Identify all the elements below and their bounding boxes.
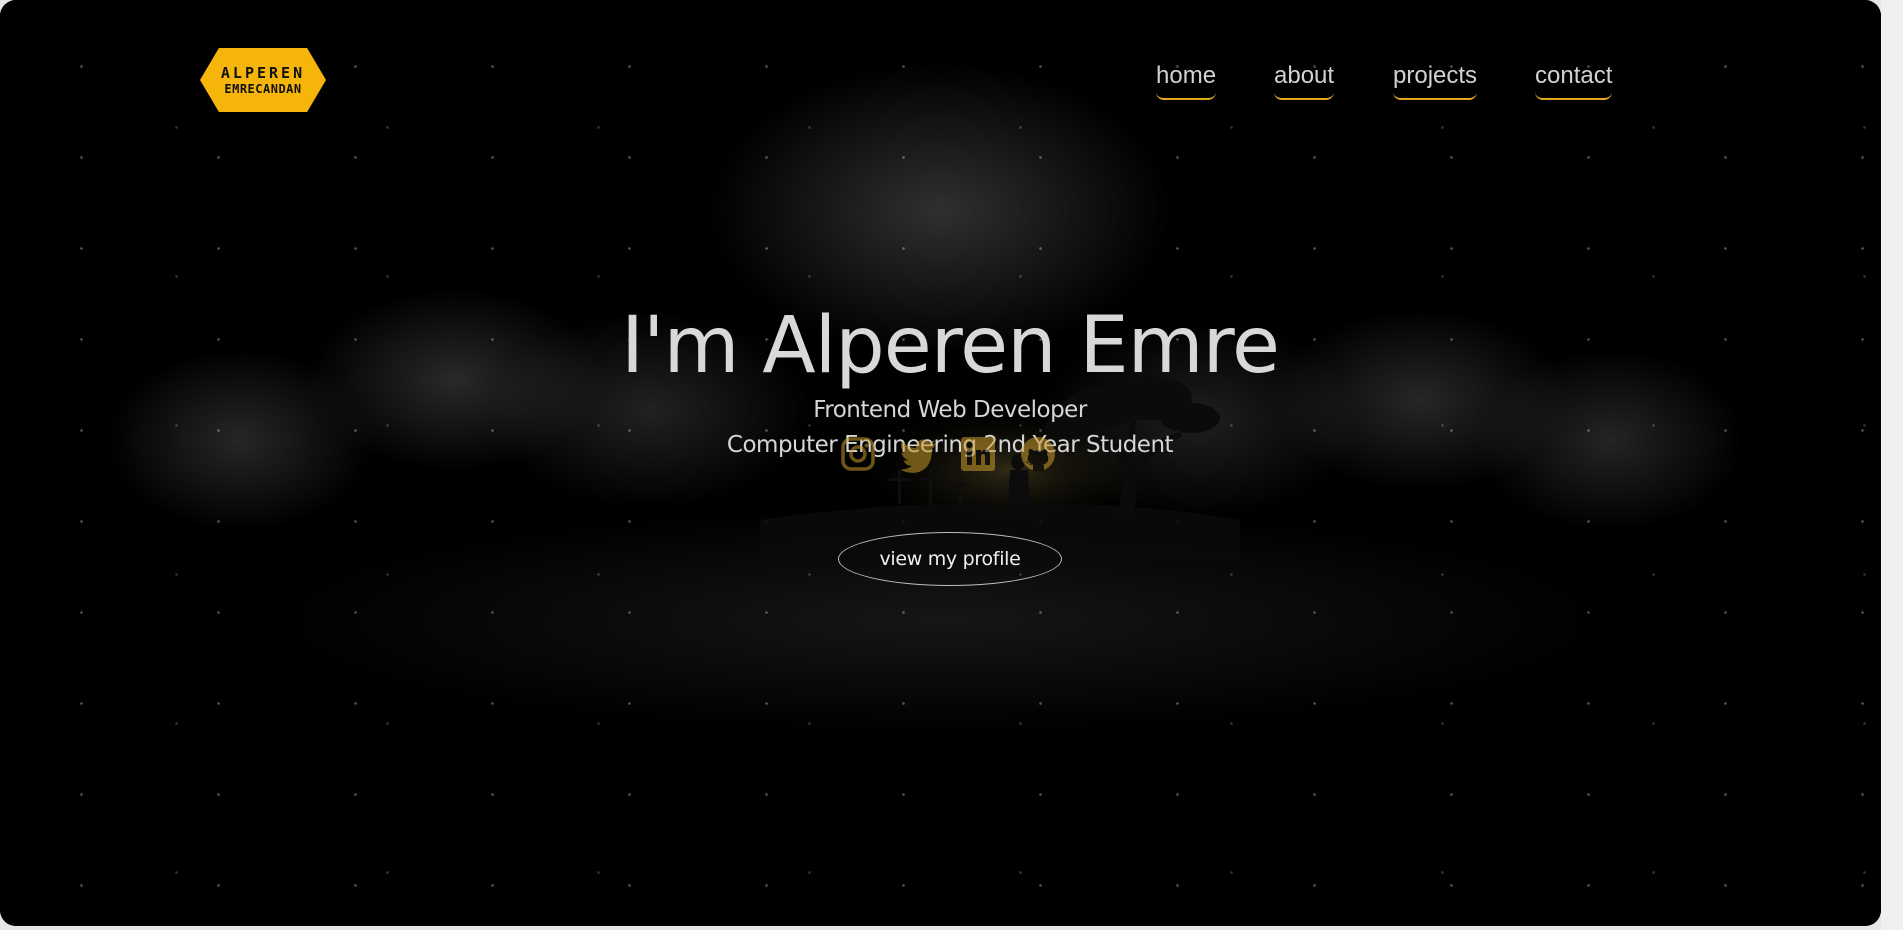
nav-projects-link[interactable]: projects <box>1393 62 1478 100</box>
linkedin-icon[interactable] <box>958 434 998 474</box>
twitter-icon[interactable] <box>898 434 938 474</box>
window-edge <box>1881 0 1903 930</box>
hero-title: I'm Alperen Emre <box>621 301 1280 391</box>
github-icon[interactable] <box>1018 434 1058 474</box>
nav-home-link[interactable]: home <box>1156 62 1217 100</box>
hero-role: Frontend Web Developer <box>813 397 1087 423</box>
main-nav: home about projects contact <box>0 62 1881 112</box>
social-links <box>838 434 1064 478</box>
instagram-icon[interactable] <box>838 434 878 474</box>
nav-contact-link[interactable]: contact <box>1535 62 1613 100</box>
nav-about-link[interactable]: about <box>1274 62 1335 100</box>
page-viewport: ALPEREN EMRECANDAN home about projects c… <box>0 0 1881 926</box>
view-profile-button[interactable]: view my profile <box>838 532 1062 586</box>
